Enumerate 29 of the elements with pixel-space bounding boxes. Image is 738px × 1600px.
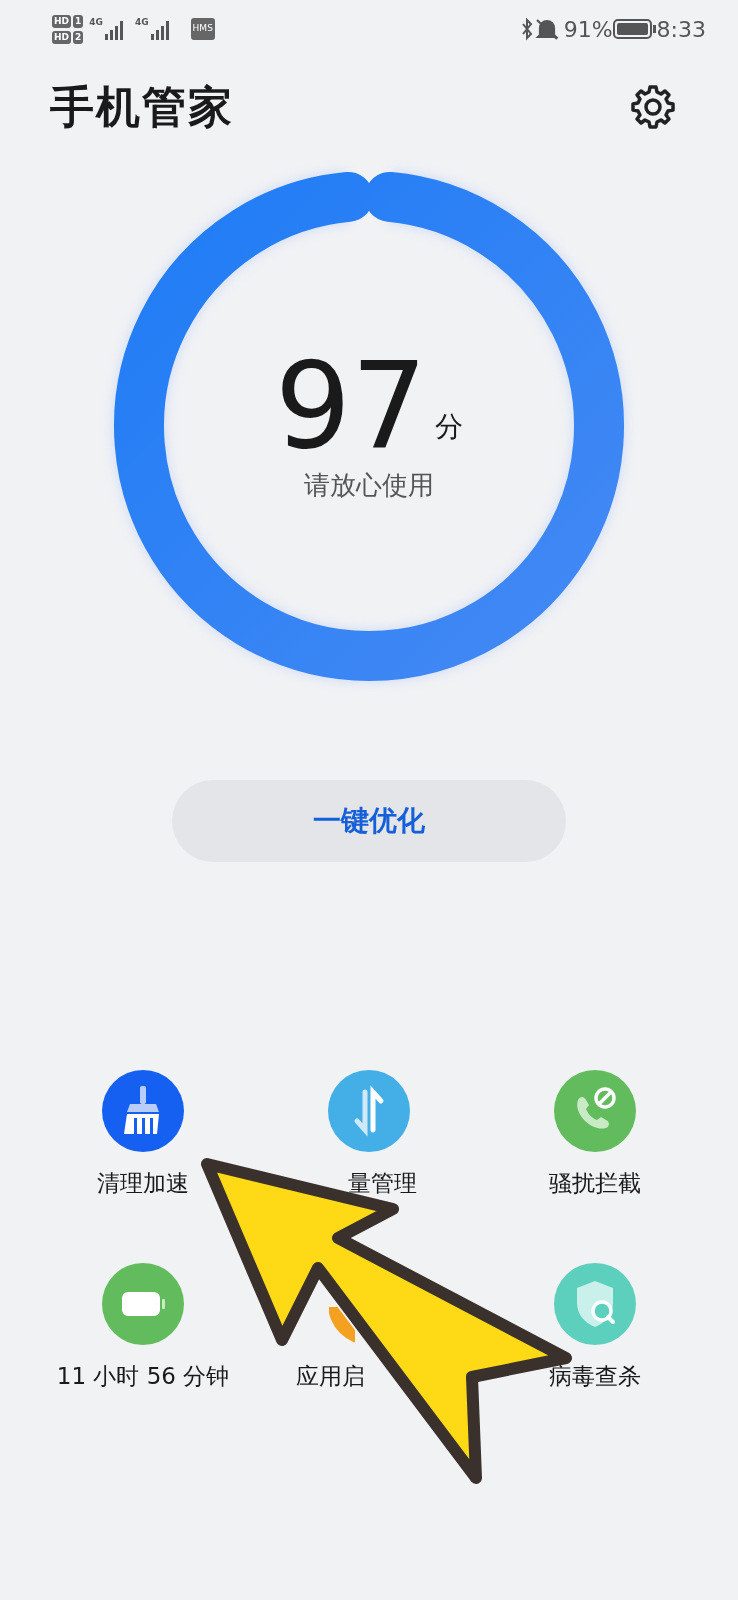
shield-search-icon[interactable]: [554, 1262, 636, 1345]
broom-icon[interactable]: [102, 1070, 184, 1152]
score-value: 97: [274, 346, 428, 466]
tool-label[interactable]: 病毒查杀: [549, 1358, 641, 1393]
muted-bell-icon: [533, 17, 560, 41]
arrows-icon[interactable]: [328, 1070, 410, 1152]
optimize-button[interactable]: 一键优化: [172, 780, 566, 862]
battery-icon: [612, 18, 657, 40]
sim-badge: HD: [52, 30, 71, 44]
tool-label[interactable]: 骚扰拦截: [549, 1166, 641, 1201]
tool-label[interactable]: 清理加速: [97, 1166, 189, 1201]
score-caption: 请放心使用: [304, 469, 434, 502]
clock-time: 8:33: [656, 15, 706, 44]
battery-icon[interactable]: [102, 1262, 184, 1345]
network-label: 4G: [134, 18, 149, 27]
sim-badge: 1: [73, 14, 84, 28]
tool-label[interactable]: 应用启: [296, 1358, 365, 1393]
sim-badge: HD: [52, 14, 71, 28]
blocked-call-icon[interactable]: [554, 1070, 636, 1152]
bluetooth-icon: [519, 17, 534, 41]
hms-badge: HMS: [190, 18, 215, 40]
sim-badge: 2: [73, 30, 84, 44]
settings-icon[interactable]: [630, 84, 676, 130]
tool-label[interactable]: 量管理: [348, 1166, 417, 1201]
score-unit: 分: [435, 409, 464, 445]
network-label: 4G: [89, 18, 103, 27]
battery-percent: 91%: [563, 15, 613, 44]
tool-label[interactable]: 11 小时 56 分钟: [56, 1358, 230, 1393]
app-title: 手机管家: [50, 80, 234, 134]
